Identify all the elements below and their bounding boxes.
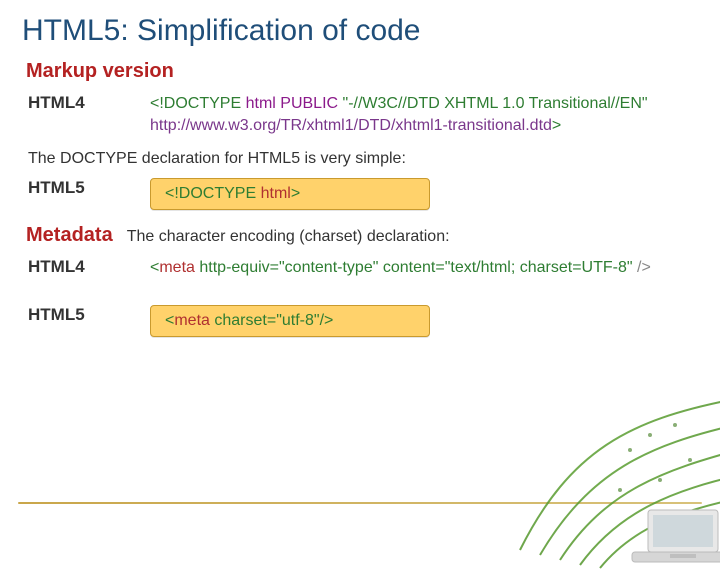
tok-val3: "utf-8" (276, 312, 319, 329)
tok-meta-tag2: meta (174, 312, 210, 329)
section-markup-heading: Markup version (26, 60, 698, 83)
html4-doctype-code: <!DOCTYPE html PUBLIC "-//W3C//DTD XHTML… (150, 93, 698, 136)
tok-close: > (552, 117, 561, 134)
row-metadata-heading: Metadata The character encoding (charset… (22, 224, 698, 247)
tok-public: PUBLIC (280, 95, 338, 112)
tok-attr2: content= (383, 259, 445, 276)
tok-lt2: < (165, 312, 174, 329)
codebox-html5-doctype: <!DOCTYPE html> (150, 178, 430, 210)
label-html4: HTML4 (22, 93, 150, 113)
footer-divider (18, 502, 702, 504)
label-html5: HTML5 (22, 178, 150, 198)
section-metadata-heading: Metadata (26, 224, 113, 247)
tok-val1: "content-type" (279, 259, 378, 276)
row-html5-meta: HTML5 <meta charset="utf-8"/> (22, 305, 698, 337)
tok-val2: "text/html; charset=UTF-8" (445, 259, 633, 276)
label-html5-meta: HTML5 (22, 305, 150, 325)
laptop-icon (632, 510, 720, 562)
caption-html5-doctype: The DOCTYPE declaration for HTML5 is ver… (28, 150, 698, 168)
page-title: HTML5: Simplification of code (22, 14, 698, 48)
tok-meta-close2: /> (320, 312, 334, 329)
tok-close2: > (291, 185, 300, 202)
tok-root2: html (261, 185, 291, 202)
html4-meta-code: <meta http-equiv="content-type" content=… (150, 257, 698, 279)
caption-metadata: The character encoding (charset) declara… (127, 228, 450, 246)
label-html4-meta: HTML4 (22, 257, 150, 277)
tok-root: html (246, 95, 276, 112)
tok-meta-tag: meta (159, 259, 195, 276)
tok-lt: < (150, 259, 159, 276)
html5-meta-container: <meta charset="utf-8"/> (150, 305, 698, 337)
tok-sysid: http://www.w3.org/TR/xhtml1/DTD/xhtml1-t… (150, 117, 552, 134)
slide: HTML5: Simplification of code Markup ver… (0, 0, 720, 337)
tok-fpi: "-//W3C//DTD XHTML 1.0 Transitional//EN" (343, 95, 648, 112)
tok-meta-close: /> (633, 259, 651, 276)
tok-doctype-kw2: DOCTYPE (179, 185, 256, 202)
row-html4-meta: HTML4 <meta http-equiv="content-type" co… (22, 257, 698, 279)
tok-doctype-kw: DOCTYPE (164, 95, 241, 112)
row-html5-doctype: HTML5 <!DOCTYPE html> (22, 178, 698, 210)
tok-open2: <! (165, 185, 179, 202)
html5-doctype-container: <!DOCTYPE html> (150, 178, 698, 210)
tok-attr3: charset= (214, 312, 276, 329)
corner-decoration (480, 390, 720, 570)
codebox-html5-meta: <meta charset="utf-8"/> (150, 305, 430, 337)
tok-attr1: http-equiv= (199, 259, 279, 276)
tok-open: <! (150, 95, 164, 112)
row-html4-doctype: HTML4 <!DOCTYPE html PUBLIC "-//W3C//DTD… (22, 93, 698, 136)
